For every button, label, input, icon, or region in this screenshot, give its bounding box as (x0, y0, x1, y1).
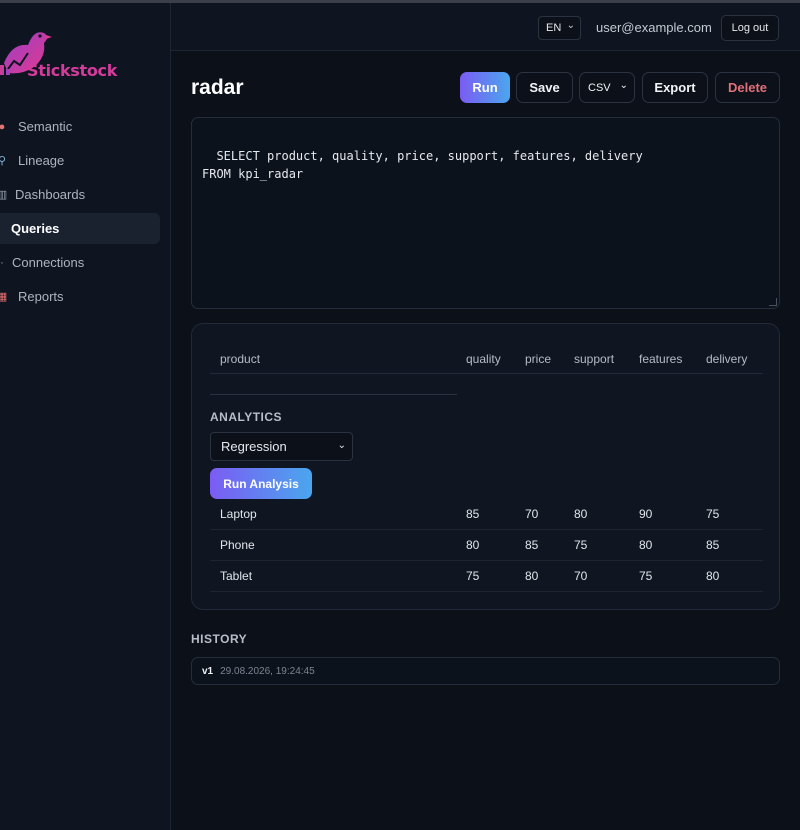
table-cell: 80 (525, 569, 539, 583)
analytics-divider (210, 394, 457, 395)
page-title: radar (191, 76, 244, 99)
sidebar-item-label: Semantic (18, 119, 73, 134)
history-version: v1 (202, 665, 214, 677)
chevron-down-icon: ⌄ (566, 20, 575, 31)
sidebar-item-semantic[interactable]: ● Semantic (0, 111, 160, 142)
sidebar-item-dashboards[interactable]: ▥ Dashboards (0, 179, 160, 210)
table-cell: 85 (525, 538, 539, 552)
sidebar-item-connections[interactable]: · Connections (0, 247, 160, 278)
delete-button[interactable]: Delete (715, 72, 780, 103)
language-value: EN (546, 22, 562, 34)
calendar-icon: ▦ (0, 291, 8, 303)
brain-icon: ● (0, 120, 6, 133)
table-cell: Laptop (220, 507, 257, 521)
analysis-method-select[interactable]: Regression ⌄ (210, 432, 353, 461)
chevron-down-icon: ⌄ (337, 440, 346, 451)
table-row: Phone 80 85 75 80 85 (210, 530, 763, 561)
table-cell: 75 (639, 569, 653, 583)
table-cell: Phone (220, 538, 255, 552)
table-cell: 75 (574, 538, 588, 552)
table-cell: 80 (466, 538, 480, 552)
export-button[interactable]: Export (642, 72, 708, 103)
sidebar-item-queries[interactable]: Queries (0, 213, 160, 244)
sidebar-item-label: Reports (18, 289, 64, 304)
column-header-delivery[interactable]: delivery (706, 352, 747, 366)
format-value: CSV (588, 81, 611, 94)
column-header-support[interactable]: support (574, 352, 614, 366)
table-cell: 75 (466, 569, 480, 583)
sidebar-item-label: Lineage (18, 153, 65, 168)
column-header-product[interactable]: product (220, 352, 260, 366)
table-row: Tablet 75 80 70 75 80 (210, 561, 763, 592)
history-entry[interactable]: v1 29.08.2026, 19:24:45 (191, 657, 780, 685)
run-analysis-button[interactable]: Run Analysis (210, 468, 312, 499)
plug-icon: · (0, 256, 4, 269)
sidebar-item-lineage[interactable]: ⚲ Lineage (0, 145, 160, 176)
run-button[interactable]: Run (460, 72, 510, 103)
sidebar-item-label: Dashboards (15, 187, 86, 202)
sidebar-nav: ● Semantic ⚲ Lineage ▥ Dashboards Querie… (0, 111, 160, 315)
header-divider (210, 373, 763, 374)
analytics-title: ANALYTICS (210, 410, 283, 424)
table-cell: Tablet (220, 569, 253, 583)
sql-editor[interactable]: SELECT product, quality, price, support,… (191, 117, 780, 309)
resize-handle-icon[interactable] (769, 298, 777, 306)
column-header-quality[interactable]: quality (466, 352, 501, 366)
table-cell: 80 (574, 507, 588, 521)
user-email: user@example.com (596, 20, 712, 35)
table-cell: 70 (574, 569, 588, 583)
sidebar: Stickstock ● Semantic ⚲ Lineage ▥ Dashbo… (0, 3, 171, 830)
chevron-down-icon: ⌄ (619, 80, 628, 91)
table-cell: 75 (706, 507, 720, 521)
table-cell: 85 (706, 538, 720, 552)
sidebar-item-reports[interactable]: ▦ Reports (0, 281, 160, 312)
format-select[interactable]: CSV ⌄ (579, 72, 635, 103)
table-cell: 80 (706, 569, 720, 583)
sidebar-item-label: Connections (12, 255, 85, 270)
sql-text: SELECT product, quality, price, support,… (202, 149, 643, 181)
history-timestamp: 29.08.2026, 19:24:45 (220, 665, 315, 677)
logout-button[interactable]: Log out (721, 15, 779, 41)
analysis-method-value: Regression (221, 439, 287, 454)
table-cell: 80 (639, 538, 653, 552)
history-title: HISTORY (191, 632, 248, 646)
sidebar-item-label: Queries (11, 221, 60, 236)
table-row: Laptop 85 70 80 90 75 (210, 499, 763, 530)
table-cell: 90 (639, 507, 653, 521)
table-cell: 70 (525, 507, 539, 521)
save-button[interactable]: Save (516, 72, 573, 103)
column-header-features[interactable]: features (639, 352, 682, 366)
results-panel: product quality price support features d… (191, 323, 780, 610)
link-icon: ⚲ (0, 155, 7, 167)
top-header: EN ⌄ user@example.com Log out (171, 3, 800, 51)
brand-name: Stickstock (27, 61, 118, 80)
language-select[interactable]: EN ⌄ (538, 16, 581, 40)
column-header-price[interactable]: price (525, 352, 551, 366)
dashboard-icon: ▥ (0, 189, 8, 201)
table-cell: 85 (466, 507, 480, 521)
